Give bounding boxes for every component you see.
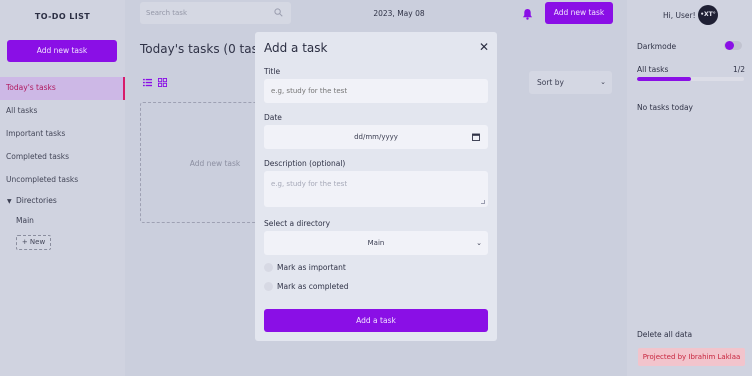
tasks-progress-bar xyxy=(637,77,744,81)
current-date: 2023, May 08 xyxy=(373,9,425,18)
description-field-label: Description (optional) xyxy=(264,159,346,168)
header-add-task-button[interactable]: Add new task xyxy=(545,2,613,24)
directory-item-main[interactable]: Main xyxy=(16,216,34,225)
date-input[interactable]: dd/mm/yyyy xyxy=(264,125,488,149)
add-task-modal: Add a task ✕ Title Date dd/mm/yyyy Descr… xyxy=(255,32,497,341)
chevron-down-icon: ⌄ xyxy=(600,78,606,86)
directory-select[interactable]: Main ⌄ xyxy=(264,231,488,255)
all-tasks-count: 1/2 xyxy=(733,65,746,74)
mark-important-checkbox[interactable] xyxy=(264,263,273,272)
search-box xyxy=(140,2,291,24)
title-input[interactable] xyxy=(264,79,488,103)
sort-select[interactable]: Sort by ⌄ xyxy=(529,71,612,94)
sidebar-item-all-tasks[interactable]: All tasks xyxy=(0,100,125,123)
directory-field-label: Select a directory xyxy=(264,219,331,228)
tasks-progress-fill xyxy=(637,77,691,81)
new-directory-button[interactable]: + New xyxy=(16,235,51,250)
delete-all-data-button[interactable]: Delete all data xyxy=(637,330,692,339)
directories-toggle[interactable]: ▼ Directories xyxy=(7,196,57,205)
mark-important-label[interactable]: Mark as important xyxy=(277,263,346,272)
date-field-label: Date xyxy=(264,113,282,122)
sidebar-add-task-button[interactable]: Add new task xyxy=(7,40,117,62)
all-tasks-label: All tasks xyxy=(637,65,669,74)
search-icon[interactable] xyxy=(274,8,283,17)
calendar-icon[interactable] xyxy=(472,133,480,141)
left-sidebar: TO-DO LIST Add new task Today's tasks Al… xyxy=(0,0,125,376)
chevron-down-icon: ⌄ xyxy=(476,239,482,247)
mark-completed-checkbox[interactable] xyxy=(264,282,273,291)
credit-badge[interactable]: Projected by Ibrahim Laklaa xyxy=(638,348,745,366)
app-title: TO-DO LIST xyxy=(34,12,91,21)
description-placeholder: e.g, study for the test xyxy=(271,180,348,188)
modal-title: Add a task xyxy=(264,41,328,55)
directories-label: Directories xyxy=(16,196,57,205)
list-view-icon[interactable] xyxy=(143,78,152,87)
title-field-label: Title xyxy=(264,67,281,76)
sidebar-item-completed-tasks[interactable]: Completed tasks xyxy=(0,146,125,169)
sidebar-item-uncompleted-tasks[interactable]: Uncompleted tasks xyxy=(0,169,125,192)
user-greeting: Hi, User! xyxy=(663,11,696,20)
description-textarea[interactable]: e.g, study for the test xyxy=(264,171,488,207)
submit-add-task-button[interactable]: Add a task xyxy=(264,309,488,332)
bell-icon[interactable] xyxy=(522,8,533,20)
no-tasks-message: No tasks today xyxy=(637,103,693,112)
darkmode-label: Darkmode xyxy=(637,42,677,51)
directory-select-value: Main xyxy=(367,239,385,247)
chevron-down-icon: ▼ xyxy=(7,198,12,205)
date-input-value: dd/mm/yyyy xyxy=(354,133,398,141)
resize-handle-icon[interactable] xyxy=(481,200,485,204)
right-sidebar xyxy=(627,0,752,376)
sidebar-item-todays-tasks[interactable]: Today's tasks xyxy=(0,77,125,100)
darkmode-toggle[interactable] xyxy=(724,41,742,50)
close-icon[interactable]: ✕ xyxy=(479,40,489,54)
search-input[interactable] xyxy=(146,7,266,19)
sort-label: Sort by xyxy=(537,78,564,87)
mark-completed-label[interactable]: Mark as completed xyxy=(277,282,349,291)
grid-view-icon[interactable] xyxy=(158,78,167,87)
sidebar-nav: Today's tasks All tasks Important tasks … xyxy=(0,77,125,192)
avatar[interactable]: •XT° xyxy=(698,5,718,25)
sidebar-item-important-tasks[interactable]: Important tasks xyxy=(0,123,125,146)
